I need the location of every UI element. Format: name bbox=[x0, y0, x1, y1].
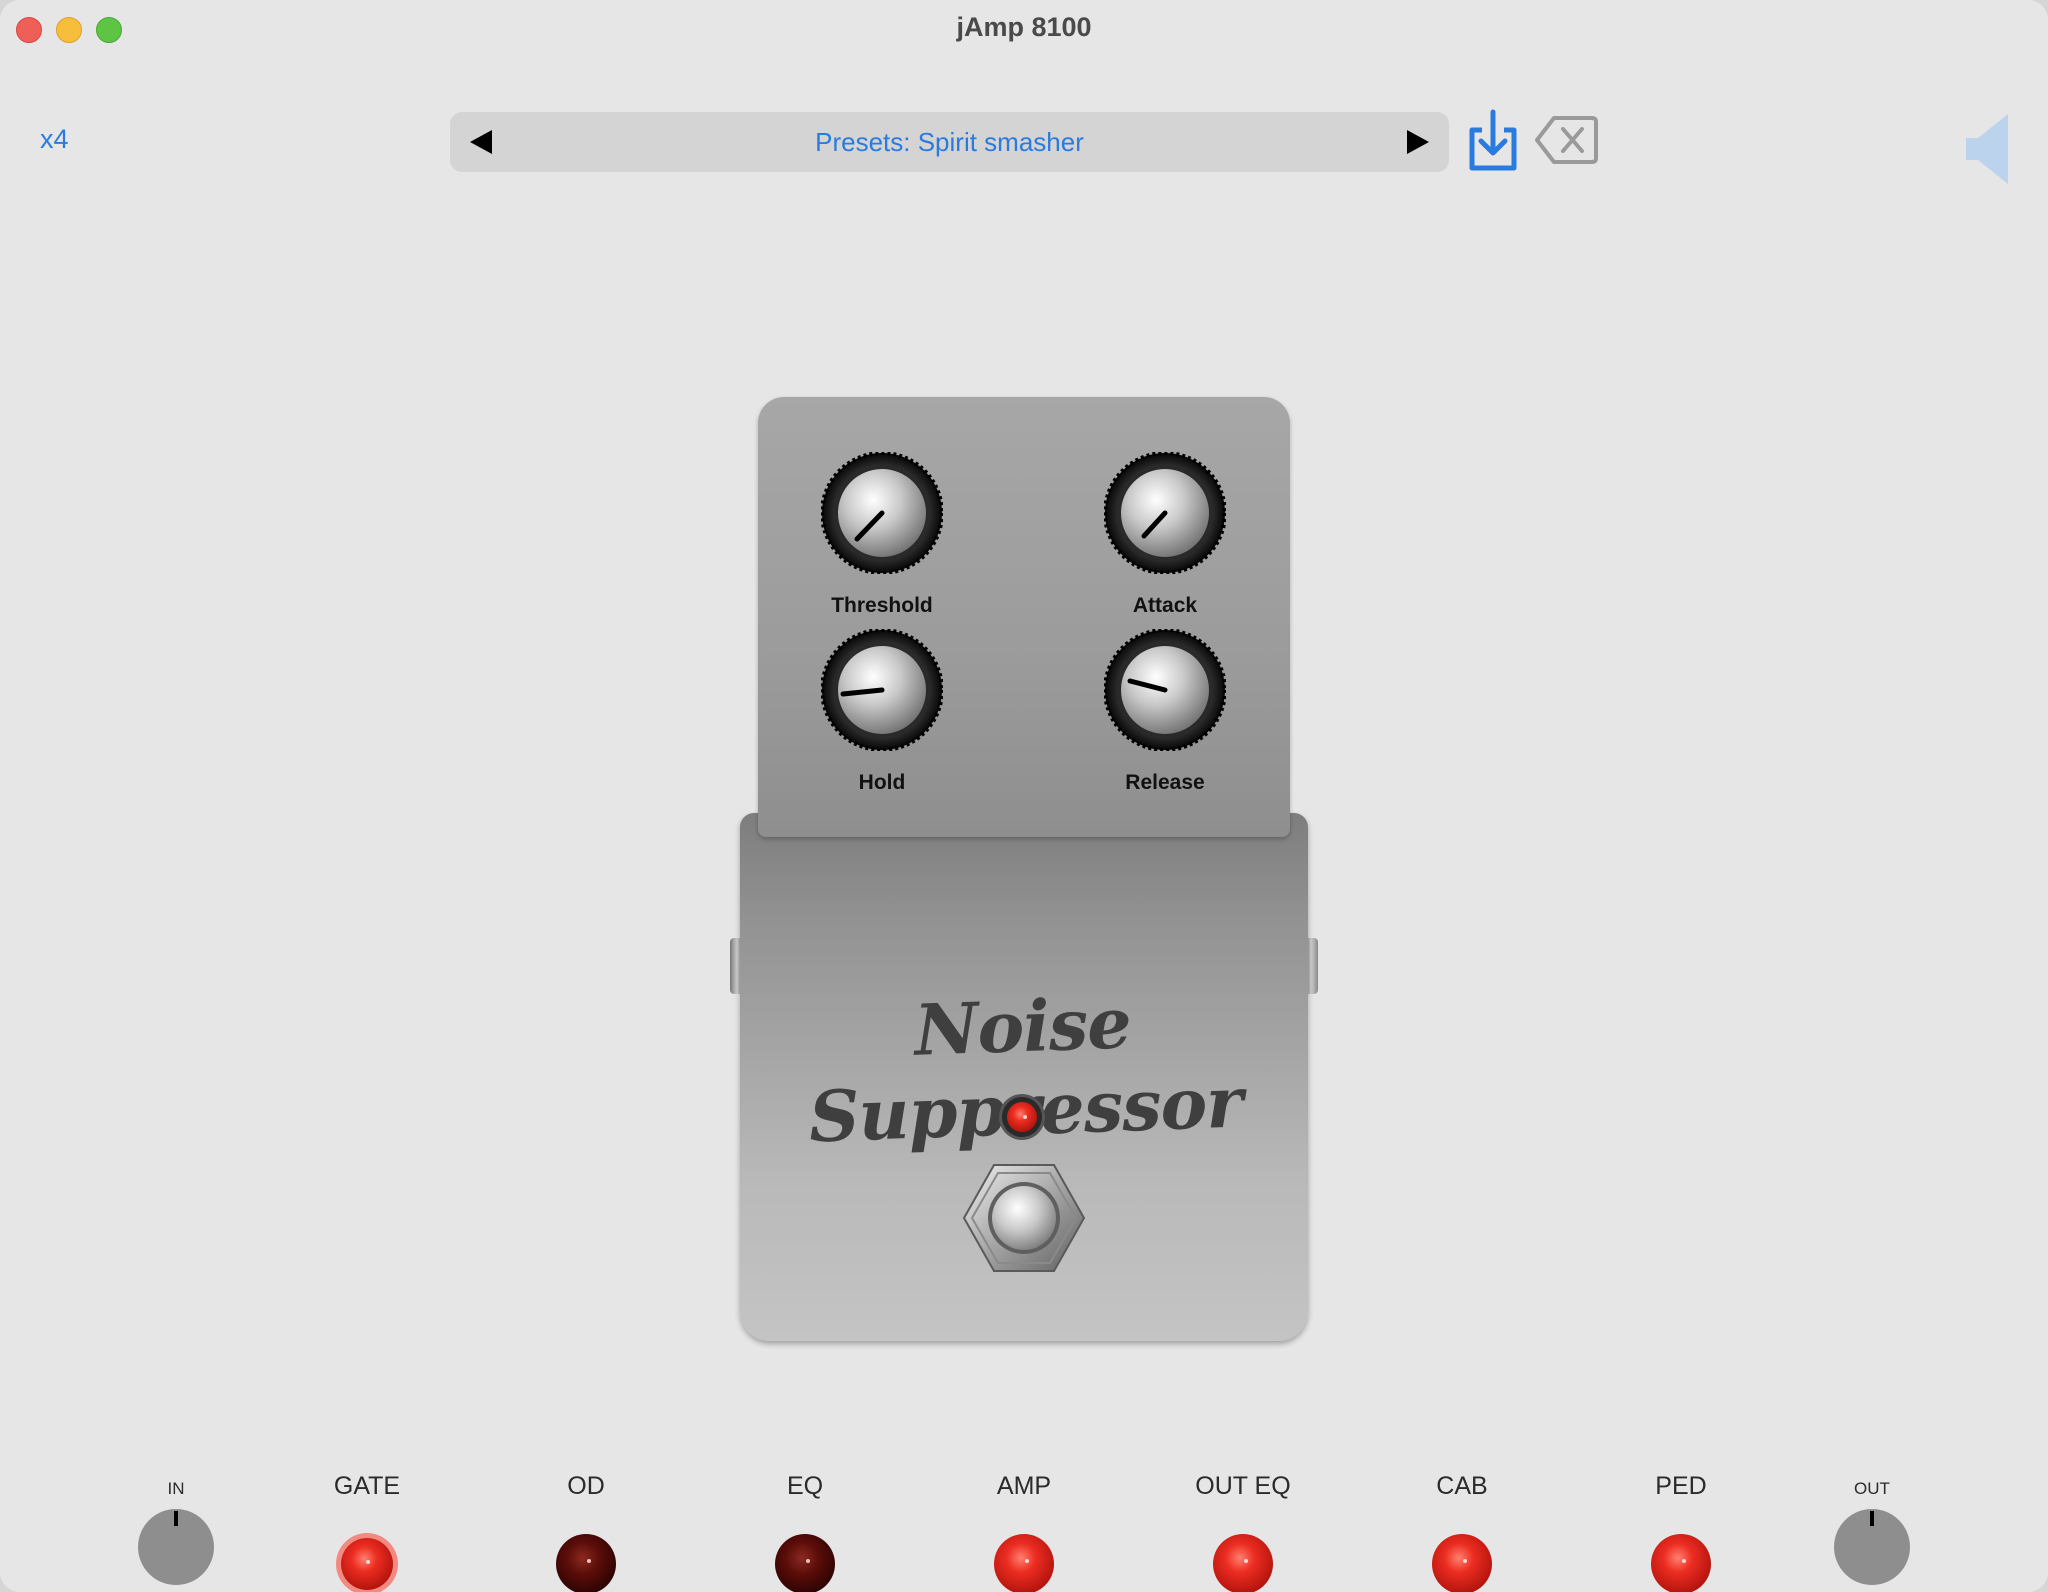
cab-module-label: CAB bbox=[1436, 1472, 1488, 1500]
gate-module-toggle[interactable] bbox=[335, 1532, 399, 1592]
delete-preset-button[interactable] bbox=[1534, 114, 1598, 166]
window-title: jAmp 8100 bbox=[956, 12, 1092, 42]
input-level-label: IN bbox=[167, 1479, 185, 1498]
eq-module-label: EQ bbox=[786, 1472, 824, 1500]
preset-name[interactable]: Presets: Spirit smasher bbox=[510, 127, 1389, 158]
preset-selector: Presets: Spirit smasher bbox=[450, 112, 1449, 172]
od-module-toggle[interactable] bbox=[554, 1532, 618, 1592]
out-eq-module-label: OUT EQ bbox=[1195, 1472, 1291, 1500]
noise-suppressor-pedal: Threshold Attack Hold Release Noise Supp… bbox=[730, 393, 1318, 1343]
threshold-knob[interactable] bbox=[821, 452, 943, 574]
output-level-knob[interactable] bbox=[1833, 1508, 1911, 1586]
output-level-label: OUT bbox=[1854, 1479, 1890, 1498]
next-preset-button[interactable] bbox=[1399, 124, 1435, 160]
hold-knob[interactable] bbox=[821, 629, 943, 751]
title-bar: jAmp 8100 bbox=[0, 0, 2048, 56]
zoom-toggle-button[interactable]: x4 bbox=[40, 124, 69, 155]
ped-module-toggle[interactable] bbox=[1649, 1532, 1713, 1592]
amp-module-label: AMP bbox=[996, 1472, 1052, 1500]
amp-module-toggle[interactable] bbox=[992, 1532, 1056, 1592]
app-window: jAmp 8100 x4 Presets: Spirit smasher Thr… bbox=[0, 0, 2048, 1592]
input-level-knob[interactable] bbox=[137, 1508, 215, 1586]
cab-module-toggle[interactable] bbox=[1430, 1532, 1494, 1592]
eq-module-toggle[interactable] bbox=[773, 1532, 837, 1592]
gate-module-label: GATE bbox=[333, 1472, 401, 1500]
ped-module-label: PED bbox=[1655, 1472, 1707, 1500]
previous-preset-button[interactable] bbox=[464, 124, 500, 160]
out-eq-module-toggle[interactable] bbox=[1211, 1532, 1275, 1592]
save-preset-button[interactable] bbox=[1464, 108, 1522, 174]
hold-label: Hold bbox=[858, 771, 906, 794]
attack-label: Attack bbox=[1132, 594, 1198, 617]
pedal-status-led bbox=[999, 1094, 1045, 1140]
attack-knob[interactable] bbox=[1104, 452, 1226, 574]
threshold-label: Threshold bbox=[831, 594, 933, 617]
release-label: Release bbox=[1125, 771, 1205, 794]
speaker-icon[interactable] bbox=[1962, 112, 2014, 186]
bypass-footswitch[interactable] bbox=[962, 1163, 1086, 1273]
release-knob[interactable] bbox=[1104, 629, 1226, 751]
od-module-label: OD bbox=[567, 1472, 605, 1500]
